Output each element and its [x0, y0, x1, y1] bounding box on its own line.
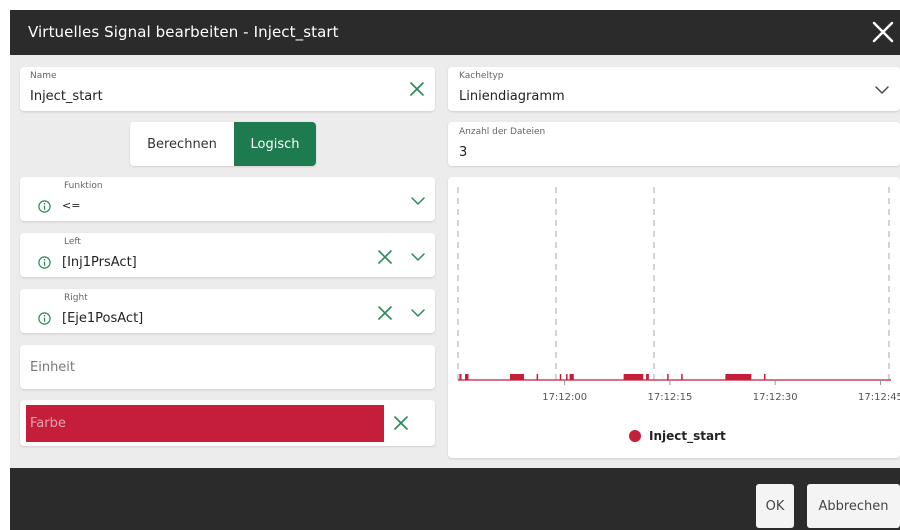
- x-tick-label: 17:12:15: [647, 392, 692, 403]
- anzahl-label: Anzahl der Dateien: [459, 127, 546, 137]
- anzahl-value[interactable]: 3: [459, 145, 467, 160]
- left-value: [Inj1PrsAct]: [62, 255, 137, 270]
- clear-x-icon[interactable]: [378, 250, 392, 264]
- signal-pulse: [623, 374, 644, 380]
- chevron-down-icon[interactable]: [411, 196, 425, 206]
- clear-x-icon[interactable]: [410, 82, 424, 96]
- signal-pulse: [681, 374, 683, 380]
- x-tick-label: 17:12:45: [858, 392, 900, 403]
- cancel-button[interactable]: Abbrechen: [807, 484, 900, 528]
- kacheltyp-select[interactable]: Kacheltyp Liniendiagramm: [448, 67, 900, 111]
- funktion-select[interactable]: Funktion <=: [20, 177, 435, 221]
- kacheltyp-label: Kacheltyp: [459, 71, 504, 81]
- name-value[interactable]: Inject_start: [30, 89, 103, 104]
- kacheltyp-value: Liniendiagramm: [459, 89, 565, 104]
- info-icon[interactable]: [38, 200, 51, 213]
- signal-pulse: [763, 374, 766, 380]
- dialog-footer: OK Abbrechen: [10, 468, 900, 530]
- signal-pulse: [725, 374, 752, 380]
- ok-button[interactable]: OK: [756, 484, 794, 528]
- signal-pulse: [536, 374, 539, 380]
- legend-marker: [629, 430, 641, 442]
- line-chart: 17:12:00 17:12:15 17:12:30 17:12:45 Inject_…: [457, 187, 900, 444]
- gridlines: [457, 187, 890, 380]
- info-icon[interactable]: [38, 256, 51, 269]
- signal-pulses: [458, 374, 891, 381]
- chevron-down-icon[interactable]: [411, 308, 425, 318]
- chevron-down-icon[interactable]: [411, 252, 425, 262]
- funktion-value: <=: [62, 199, 81, 212]
- signal-pulse: [569, 374, 574, 380]
- signal-pulse: [559, 374, 562, 380]
- farbe-field[interactable]: Farbe: [20, 400, 435, 446]
- info-icon[interactable]: [38, 312, 51, 325]
- clear-x-icon[interactable]: [394, 416, 408, 430]
- x-tick-label: 17:12:00: [542, 392, 587, 403]
- color-swatch[interactable]: Farbe: [26, 405, 384, 442]
- dialog-title-bar: Virtuelles Signal bearbeiten - Inject_st…: [10, 10, 900, 55]
- close-icon[interactable]: [870, 19, 896, 45]
- mode-toggle[interactable]: Berechnen Logisch: [130, 122, 316, 166]
- left-label: Left: [64, 237, 81, 247]
- right-label: Right: [64, 293, 88, 303]
- clear-x-icon[interactable]: [378, 306, 392, 320]
- funktion-label: Funktion: [64, 181, 103, 191]
- signal-pulse: [566, 374, 568, 380]
- berechnen-button[interactable]: Berechnen: [130, 122, 234, 166]
- x-tick-label: 17:12:30: [753, 392, 798, 403]
- left-operand-select[interactable]: Left [Inj1PrsAct]: [20, 233, 435, 277]
- einheit-field[interactable]: Einheit: [20, 345, 435, 389]
- chevron-down-icon[interactable]: [875, 85, 889, 95]
- chart-card: 17:12:00 17:12:15 17:12:30 17:12:45 Inject_…: [448, 177, 900, 458]
- logisch-button[interactable]: Logisch: [234, 122, 316, 166]
- signal-pulse: [646, 374, 649, 380]
- signal-pulse: [459, 374, 462, 380]
- name-label: Name: [30, 71, 57, 81]
- x-ticks: 17:12:00 17:12:15 17:12:30 17:12:45: [542, 380, 900, 403]
- name-field[interactable]: Name Inject_start: [20, 67, 435, 111]
- dialog-title: Virtuelles Signal bearbeiten - Inject_st…: [28, 23, 339, 41]
- right-value: [Eje1PosAct]: [62, 311, 144, 326]
- signal-pulse: [465, 374, 469, 380]
- anzahl-dateien-field[interactable]: Anzahl der Dateien 3: [448, 122, 900, 166]
- legend-label[interactable]: Inject_start: [649, 429, 726, 444]
- einheit-placeholder: Einheit: [30, 360, 76, 375]
- farbe-placeholder: Farbe: [30, 416, 66, 431]
- signal-pulse: [667, 374, 669, 380]
- right-operand-select[interactable]: Right [Eje1PosAct]: [20, 289, 435, 333]
- signal-pulse: [509, 374, 524, 380]
